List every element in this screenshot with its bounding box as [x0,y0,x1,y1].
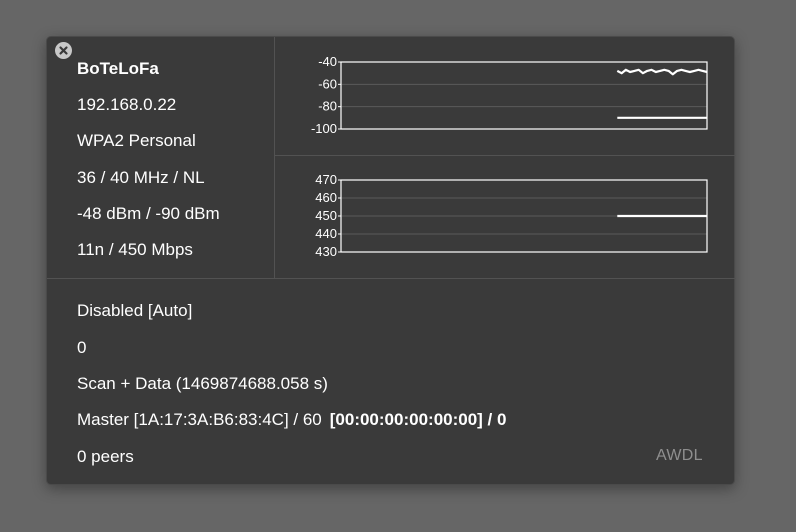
graph-frame [340,61,708,130]
ip-address: 192.168.0.22 [77,95,177,114]
tick-label: 470 [315,172,337,187]
tick-label: -40 [318,54,337,69]
phy-rate: 11n / 450 Mbps [77,240,193,259]
awdl-mode: Scan + Data (1469874688.058 s) [77,374,328,393]
wifi-info-panel: BoTeLoFa 192.168.0.22 WPA2 Personal 36 /… [46,36,736,485]
series-line-0 [616,68,708,76]
awdl-master-bold: [00:00:00:00:00:00] / 0 [329,410,507,429]
awdl-master: Master [1A:17:3A:B6:83:4C] / 60 [77,410,322,429]
tick-label: -80 [318,99,337,114]
tick-label: 440 [315,226,337,241]
awdl-peers: 0 peers [77,447,134,466]
signal-noise: -48 dBm / -90 dBm [77,204,220,223]
tick-label: -60 [318,76,337,91]
rssi-graph: -40 -60 -80 -100 [311,54,708,136]
tick-label: -100 [311,121,337,136]
awdl-status: Disabled [Auto] [77,301,193,320]
awdl-count: 0 [77,338,87,357]
channel-info: 36 / 40 MHz / NL [77,168,205,187]
awdl-master-line: Master [1A:17:3A:B6:83:4C] / 60 [00:00:00… [77,410,506,430]
security-type: WPA2 Personal [77,131,196,150]
awdl-label: AWDL [656,447,703,464]
close-icon [59,46,68,55]
rate-graph: 470 460 450 440 430 [315,172,708,259]
tick-label: 450 [315,208,337,223]
tick-label: 430 [315,244,337,259]
tick-label: 460 [315,190,337,205]
section-divider [47,278,736,279]
close-button[interactable] [55,42,72,59]
network-ssid: BoTeLoFa [77,59,159,78]
